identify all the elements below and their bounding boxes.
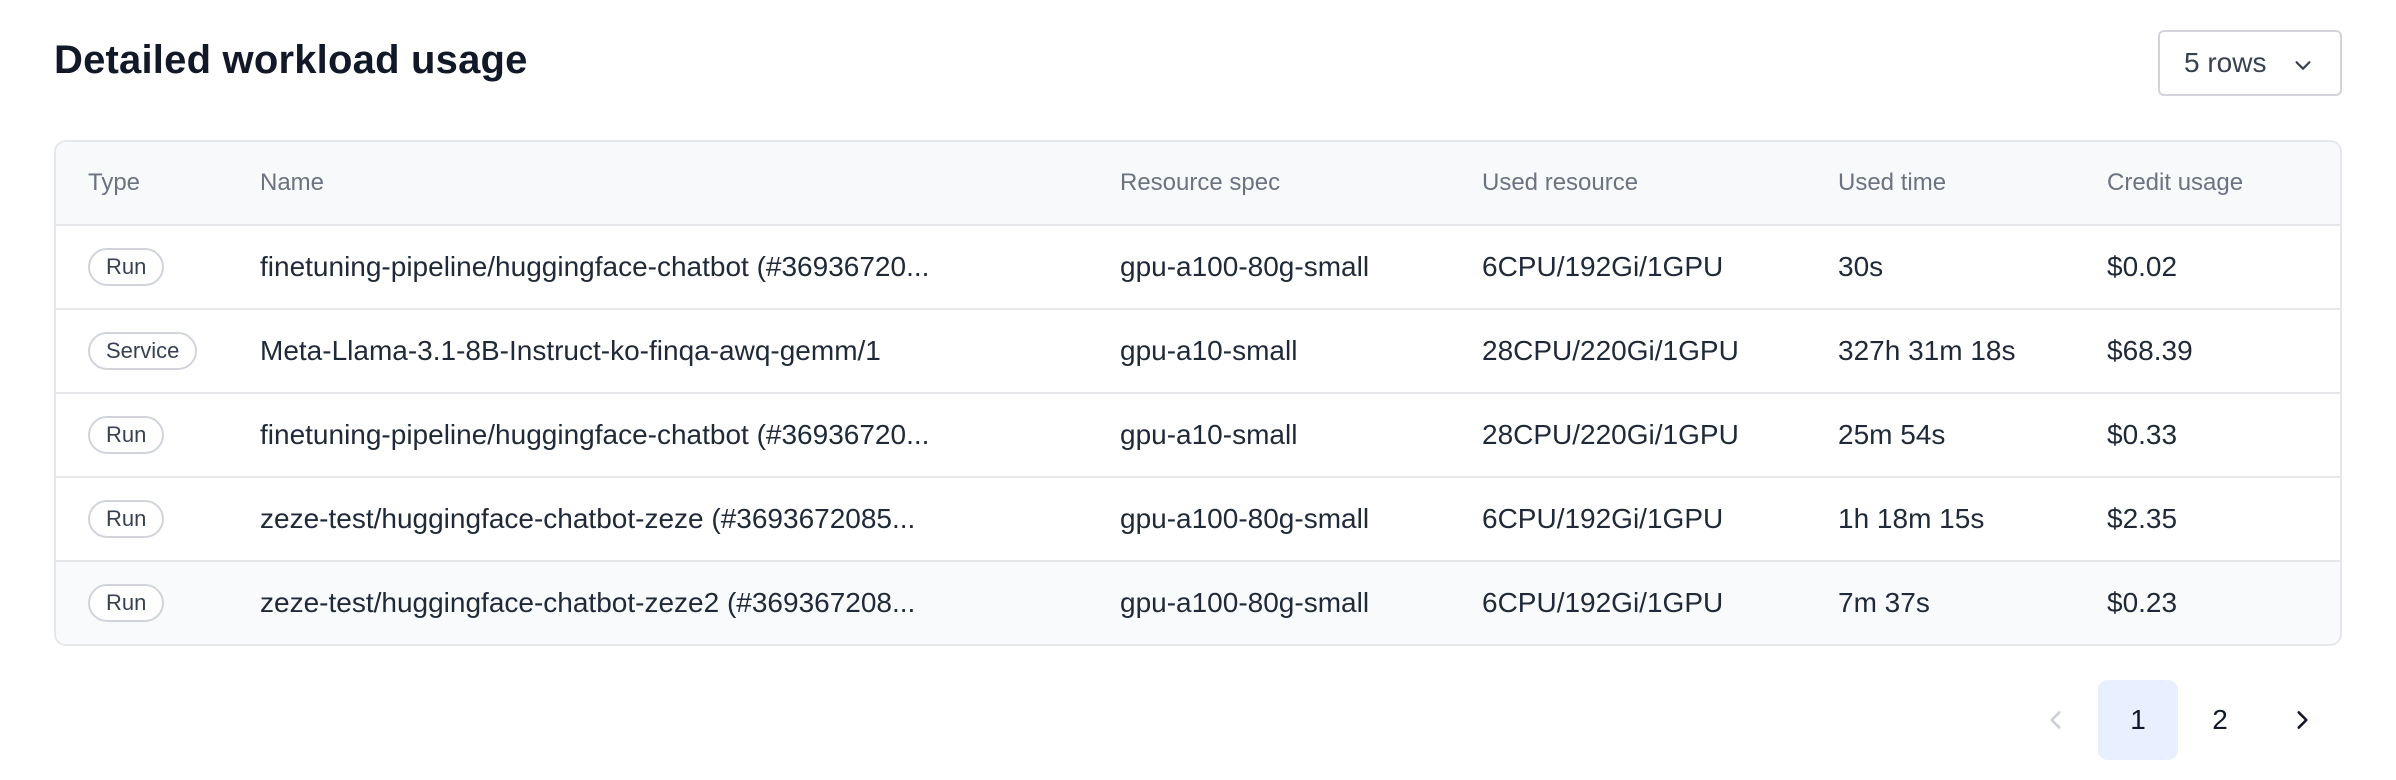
page-button-1[interactable]: 1 — [2098, 680, 2178, 760]
page-title: Detailed workload usage — [54, 38, 528, 82]
used-time: 327h 31m 18s — [1838, 335, 2016, 366]
credit-usage: $0.02 — [2107, 251, 2178, 282]
column-header-type: Type — [88, 169, 141, 196]
workload-name: finetuning-pipeline/huggingface-chatbot … — [260, 251, 930, 282]
table-row[interactable]: Run zeze-test/huggingface-chatbot-zeze (… — [56, 478, 2340, 562]
workload-name: finetuning-pipeline/huggingface-chatbot … — [260, 419, 930, 450]
rows-per-page-select[interactable]: 5 rows — [2158, 30, 2342, 96]
used-resource: 28CPU/220Gi/1GPU — [1482, 335, 1739, 366]
pagination: 1 2 — [2014, 680, 2342, 760]
used-time: 1h 18m 15s — [1838, 503, 1985, 534]
workload-name: zeze-test/huggingface-chatbot-zeze2 (#36… — [260, 587, 916, 618]
usage-table: Type Name Resource spec Used resource Us… — [54, 140, 2342, 646]
type-badge: Run — [88, 248, 165, 286]
workload-name: Meta-Llama-3.1-8B-Instruct-ko-finqa-awq-… — [260, 335, 881, 366]
column-header-resource-spec: Resource spec — [1120, 169, 1281, 196]
next-page-button[interactable] — [2262, 680, 2342, 760]
table-row[interactable]: Run finetuning-pipeline/huggingface-chat… — [56, 394, 2340, 478]
prev-page-button[interactable] — [2016, 680, 2096, 760]
page-button-2[interactable]: 2 — [2180, 680, 2260, 760]
used-resource: 6CPU/192Gi/1GPU — [1482, 251, 1724, 282]
panel-header: Detailed workload usage 5 rows — [54, 30, 2342, 98]
rows-select-label: 5 rows — [2184, 47, 2267, 78]
column-header-credit-usage: Credit usage — [2107, 169, 2244, 196]
resource-spec: gpu-a100-80g-small — [1120, 503, 1370, 534]
type-badge: Run — [88, 416, 165, 454]
used-time: 30s — [1838, 251, 1884, 282]
used-resource: 6CPU/192Gi/1GPU — [1482, 587, 1724, 618]
table-header: Type Name Resource spec Used resource Us… — [56, 142, 2340, 226]
type-badge: Run — [88, 500, 165, 538]
type-badge: Service — [88, 332, 198, 370]
used-resource: 28CPU/220Gi/1GPU — [1482, 419, 1739, 450]
resource-spec: gpu-a10-small — [1120, 335, 1298, 366]
used-resource: 6CPU/192Gi/1GPU — [1482, 503, 1724, 534]
column-header-name: Name — [260, 169, 325, 196]
workload-usage-panel: Detailed workload usage 5 rows Type Name… — [54, 30, 2342, 760]
chevron-down-icon — [2295, 61, 2311, 70]
table-row[interactable]: Service Meta-Llama-3.1-8B-Instruct-ko-fi… — [56, 310, 2340, 394]
resource-spec: gpu-a10-small — [1120, 419, 1298, 450]
workload-name: zeze-test/huggingface-chatbot-zeze (#369… — [260, 503, 916, 534]
used-time: 7m 37s — [1838, 587, 1930, 618]
used-time: 25m 54s — [1838, 419, 1946, 450]
column-header-used-time: Used time — [1838, 169, 1947, 196]
chevron-left-icon — [2050, 711, 2061, 729]
table-row[interactable]: Run finetuning-pipeline/huggingface-chat… — [56, 226, 2340, 310]
chevron-right-icon — [2297, 711, 2308, 729]
column-header-used-resource: Used resource — [1482, 169, 1639, 196]
type-badge: Run — [88, 584, 165, 622]
resource-spec: gpu-a100-80g-small — [1120, 251, 1370, 282]
credit-usage: $0.33 — [2107, 419, 2178, 450]
credit-usage: $2.35 — [2107, 503, 2178, 534]
credit-usage: $0.23 — [2107, 587, 2178, 618]
table-row[interactable]: Run zeze-test/huggingface-chatbot-zeze2 … — [56, 562, 2340, 644]
resource-spec: gpu-a100-80g-small — [1120, 587, 1370, 618]
credit-usage: $68.39 — [2107, 335, 2193, 366]
